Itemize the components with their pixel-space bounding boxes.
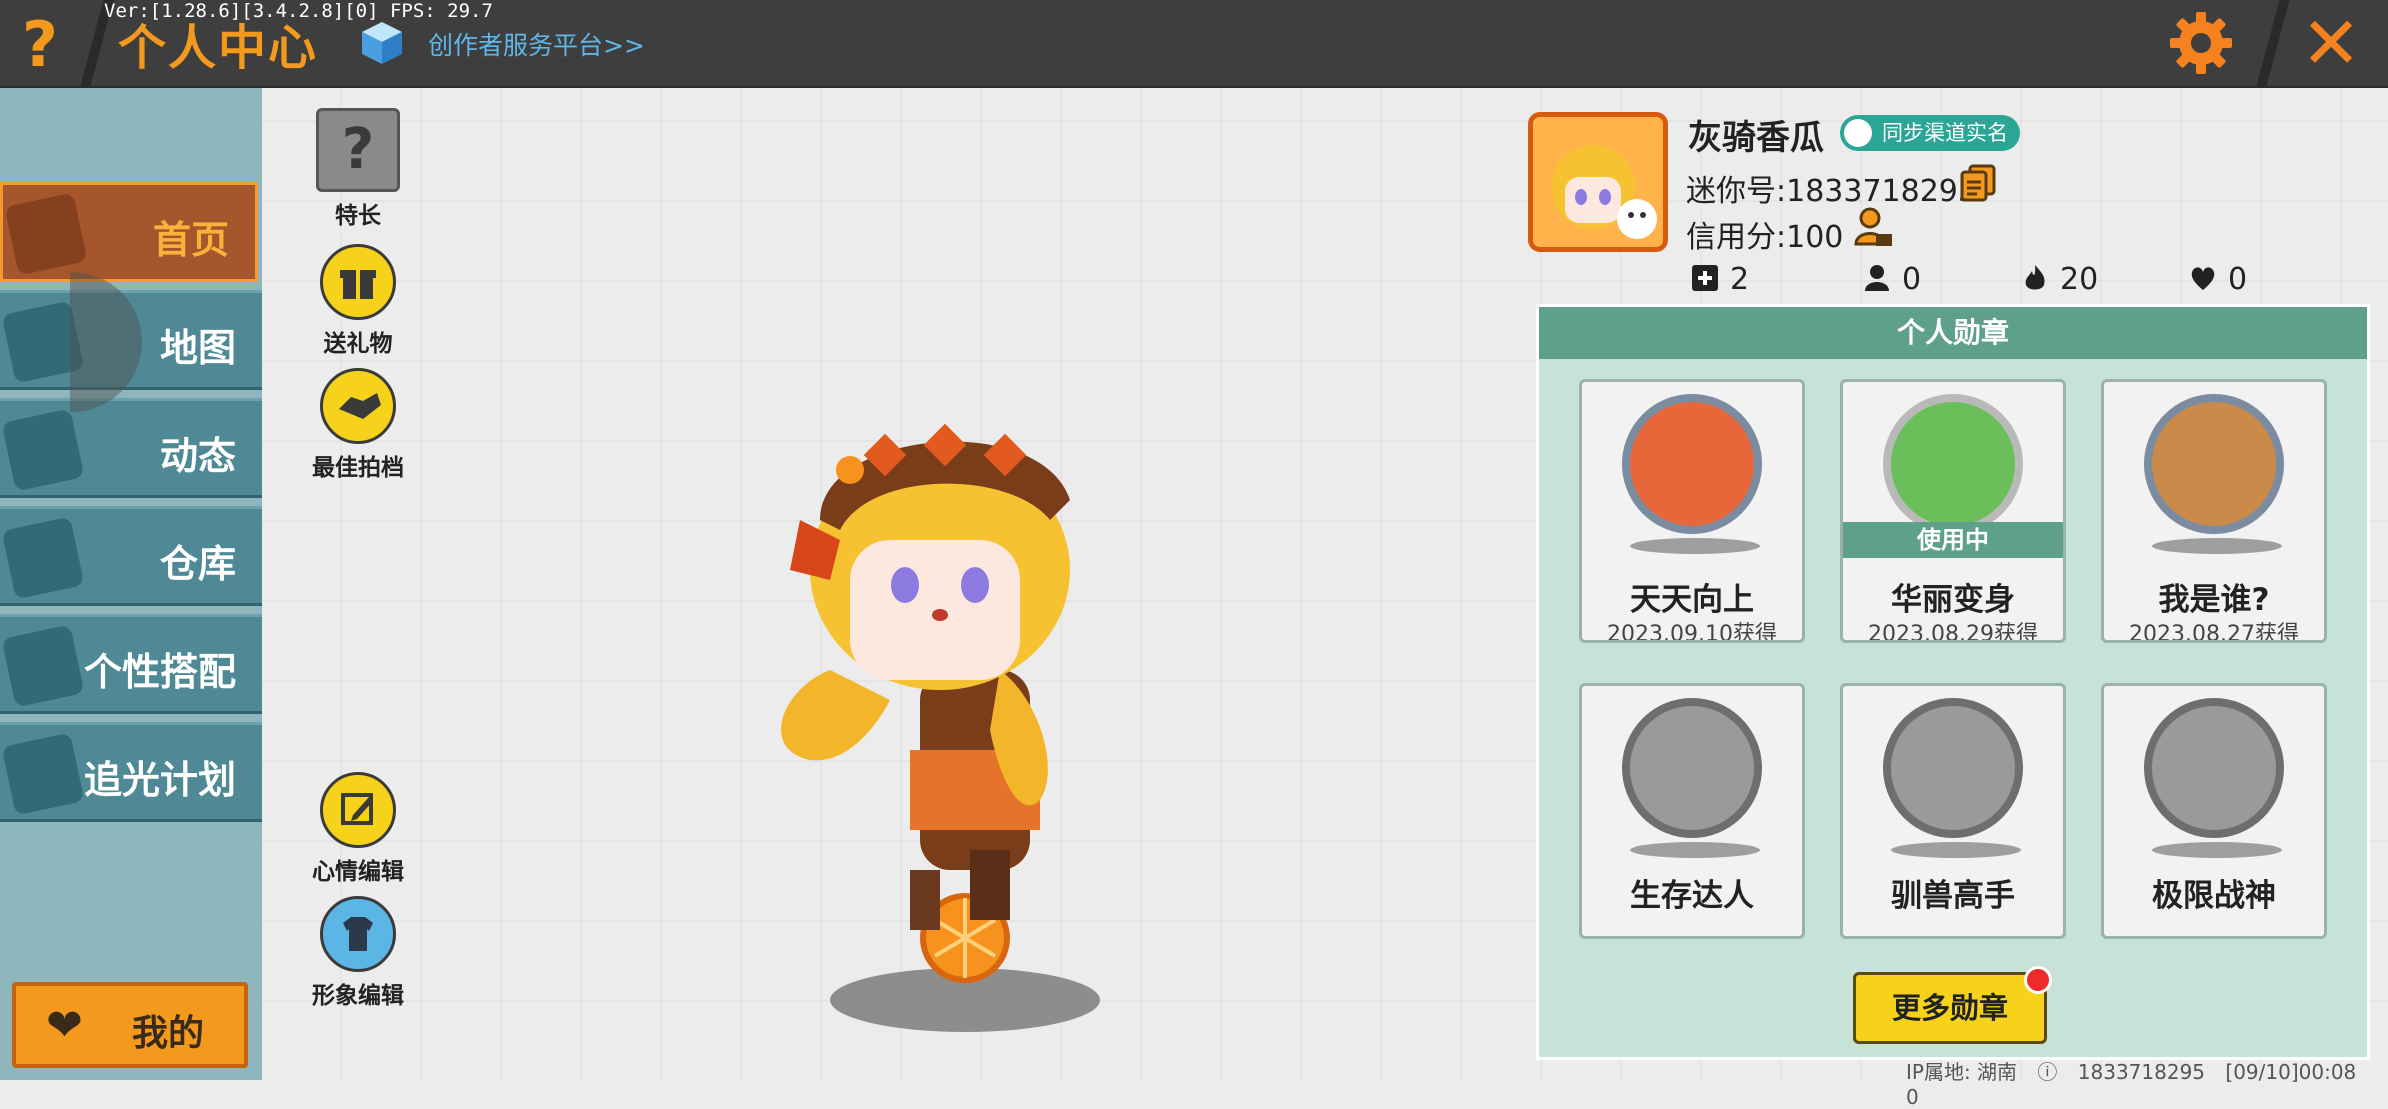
mine-button[interactable]: ❤ 我的	[12, 982, 248, 1068]
badge-card-locked[interactable]: 驯兽高手	[1840, 683, 2066, 939]
badge-date: 2023.09.10获得	[1607, 622, 1777, 643]
edit-icon	[320, 772, 396, 848]
badge-name: 华丽变身	[1891, 582, 2015, 618]
heart-icon: ❤	[46, 1000, 83, 1051]
calendar-medal-icon	[1622, 394, 1762, 534]
badge-panel-title: 个人勋章	[1539, 307, 2367, 359]
badge-name: 驯兽高手	[1891, 878, 2015, 914]
best-shot-label: 最佳拍档	[312, 455, 404, 481]
medal-shadow	[1630, 842, 1760, 858]
fans-icon	[1865, 265, 1889, 291]
mine-label: 我的	[132, 1013, 205, 1054]
badge-date: 2023.08.29获得	[1868, 622, 2038, 643]
sidebar-item-label: 仓库	[159, 542, 236, 586]
handshake-icon	[320, 368, 396, 444]
sidebar-item-label: 首页	[152, 218, 229, 262]
sidebar-item-feed[interactable]: 动态	[0, 398, 262, 498]
dinosaur-medal-icon	[1883, 394, 2023, 534]
sidebar-item-label: 追光计划	[83, 758, 236, 802]
stat-value: 0	[1902, 262, 1922, 297]
sidebar-item-storage[interactable]: 仓库	[0, 506, 262, 606]
close-button[interactable]: ✕	[2296, 7, 2366, 79]
medal-shadow	[2152, 538, 2282, 554]
stat-likes: 0	[2188, 262, 2247, 297]
stat-fans: 0	[1862, 262, 1921, 297]
more-badges-button[interactable]: 更多勋章	[1853, 972, 2047, 1044]
notification-dot	[2024, 966, 2052, 994]
best-shot-button[interactable]: 最佳拍档	[298, 368, 418, 482]
player-character[interactable]	[740, 370, 1160, 1050]
version-text: Ver:[1.28.6][3.4.2.8][0] FPS: 29.7	[104, 0, 493, 22]
bell-icon	[1, 408, 85, 492]
letter-medal-icon	[2144, 394, 2284, 534]
footer-info: IP属地: 湖南 ⓘ 1833718295 [09/10]00:08 0	[1906, 1056, 2388, 1109]
talent-button[interactable]: ? 特长	[298, 108, 418, 230]
badge-name: 极限战神	[2152, 878, 2276, 914]
copy-icon[interactable]	[1958, 162, 1998, 202]
credit-score: 信用分:100	[1686, 220, 1844, 255]
badge-card[interactable]: 使用中 华丽变身 2023.08.29获得	[1840, 379, 2066, 643]
divider	[2256, 0, 2290, 86]
badge-name: 生存达人	[1630, 878, 1754, 914]
badge-card-locked[interactable]: 生存达人	[1579, 683, 1805, 939]
stat-value: 20	[2060, 262, 2099, 297]
boss-sword-medal-icon	[2144, 698, 2284, 838]
mood-edit-button[interactable]: 心情编辑	[298, 772, 418, 886]
medal-shadow	[1630, 538, 1760, 554]
badge-panel: 个人勋章 天天向上 2023.09.10获得 使用中 华丽变身 2023.08.…	[1536, 304, 2370, 1060]
badge-card[interactable]: 我是谁? 2023.08.27获得	[2101, 379, 2327, 643]
top-bar: ? 个人中心 Ver:[1.28.6][3.4.2.8][0] FPS: 29.…	[0, 0, 2388, 88]
mood-edit-label: 心情编辑	[312, 859, 404, 885]
horse-rider-medal-icon	[1883, 698, 2023, 838]
medal-shadow	[1891, 842, 2021, 858]
nickname: 灰骑香瓜	[1688, 118, 1824, 158]
verify-badge[interactable]: 同步渠道实名	[1840, 115, 2020, 151]
badge-date: 2023.08.27获得	[2129, 622, 2299, 643]
user-check-icon	[1844, 119, 1872, 147]
stat-value: 0	[2228, 262, 2248, 297]
warehouse-icon	[1, 516, 85, 600]
look-edit-label: 形象编辑	[312, 983, 404, 1009]
creator-platform-link[interactable]: 创作者服务平台>>	[428, 26, 645, 62]
badge-card-locked[interactable]: 极限战神	[2101, 683, 2327, 939]
stat-posts: 2	[1690, 262, 1749, 297]
cube-icon[interactable]	[358, 18, 406, 66]
help-button[interactable]: ?	[8, 10, 72, 80]
flame-medal-icon	[1622, 698, 1762, 838]
verify-label: 同步渠道实名	[1882, 121, 2008, 145]
mini-id: 迷你号:1833718295	[1686, 174, 1977, 209]
stat-value: 2	[1730, 262, 1750, 297]
medal-shadow	[2152, 842, 2282, 858]
sidebar-item-label: 动态	[159, 434, 236, 478]
question-icon: ?	[316, 108, 400, 192]
fire-icon	[2025, 265, 2045, 290]
info-icon[interactable]: ⓘ	[2037, 1060, 2057, 1084]
outfit-icon	[1, 624, 85, 708]
plus-icon	[1692, 265, 1718, 291]
sidebar-item-label: 个性搭配	[83, 650, 236, 694]
stat-popularity: 20	[2020, 262, 2098, 297]
in-use-tag: 使用中	[1843, 522, 2063, 558]
light-plan-icon	[1, 732, 85, 816]
sidebar-item-light-plan[interactable]: 追光计划	[0, 722, 262, 822]
send-gift-button[interactable]: 送礼物	[298, 244, 418, 358]
house-icon	[4, 192, 88, 276]
clothes-icon	[320, 896, 396, 972]
sidebar-item-home[interactable]: 首页	[0, 182, 258, 282]
avatar[interactable]	[1528, 112, 1668, 252]
badge-name: 天天向上	[1630, 582, 1754, 618]
gift-icon	[320, 244, 396, 320]
heart-icon	[2191, 267, 2215, 290]
badge-card[interactable]: 天天向上 2023.09.10获得	[1579, 379, 1805, 643]
badge-name: 我是谁?	[2158, 582, 2270, 618]
ip-location: IP属地: 湖南	[1906, 1060, 2018, 1084]
gear-icon[interactable]	[2168, 10, 2234, 76]
sidebar-item-label: 地图	[159, 326, 236, 370]
send-gift-label: 送礼物	[323, 331, 393, 357]
person-card-icon[interactable]	[1852, 206, 1894, 248]
talent-label: 特长	[335, 203, 381, 229]
footer-uid: 1833718295	[2077, 1060, 2206, 1084]
look-edit-button[interactable]: 形象编辑	[298, 896, 418, 1010]
sidebar-item-outfit[interactable]: 个性搭配	[0, 614, 262, 714]
